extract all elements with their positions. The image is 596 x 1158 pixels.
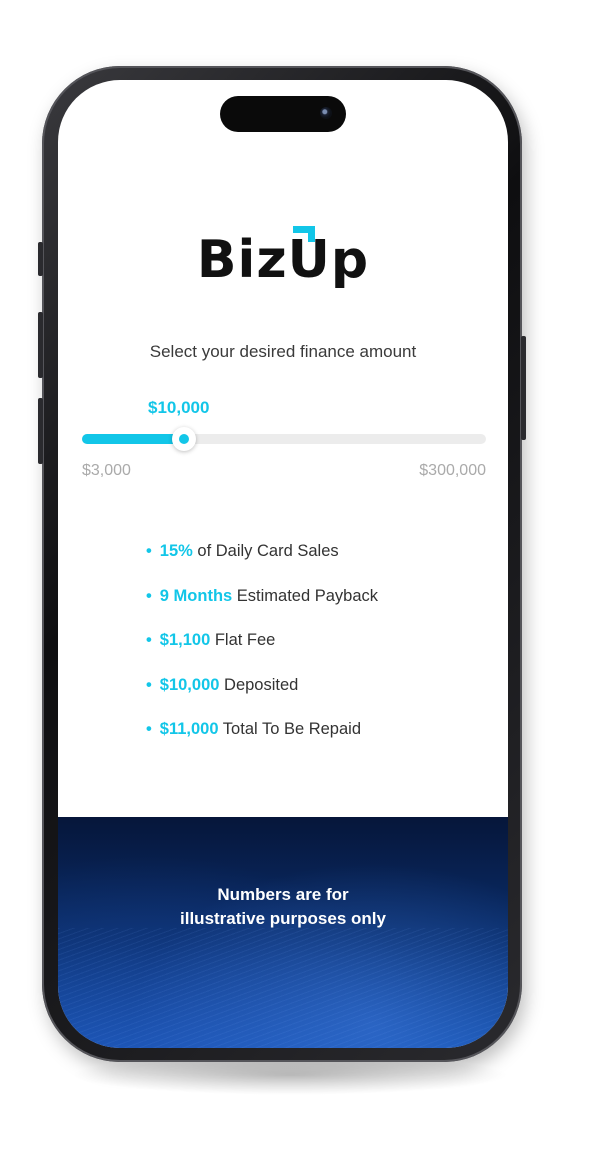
detail-item: • $1,100 Flat Fee (146, 631, 378, 676)
selected-amount: $10,000 (148, 398, 210, 417)
detail-text: of Daily Card Sales (192, 542, 339, 560)
detail-item: • $11,000 Total To Be Repaid (146, 720, 378, 765)
disclaimer-line-2: illustrative purposes only (180, 909, 386, 928)
action-button (38, 242, 43, 276)
slider-min-label: $3,000 (82, 462, 131, 479)
wave-pattern (58, 928, 508, 1048)
bullet-icon: • (146, 675, 152, 694)
slider-max-label: $300,000 (419, 462, 486, 479)
detail-highlight: $10,000 (159, 675, 220, 694)
detail-item: • 15% of Daily Card Sales (146, 542, 378, 587)
disclaimer-line-1: Numbers are for (217, 885, 349, 904)
slider-fill (82, 434, 184, 444)
bullet-icon: • (146, 586, 152, 605)
dynamic-island (220, 96, 346, 132)
detail-highlight: $11,000 (159, 720, 219, 738)
phone-screen: BizUp Select your desired finance amount… (58, 80, 508, 1048)
finance-details-list: • 15% of Daily Card Sales • 9 Months Estim… (146, 542, 378, 765)
brand-logo: BizUp (58, 226, 508, 290)
detail-highlight: 9 Months (159, 586, 233, 605)
detail-highlight: $1,100 (159, 631, 211, 649)
camera-icon (320, 107, 332, 119)
detail-item: • 9 Months Estimated Payback (146, 587, 378, 632)
disclaimer-banner: Numbers are for illustrative purposes on… (58, 817, 508, 1048)
logo-arrow-icon (292, 226, 315, 242)
slider-thumb[interactable] (172, 427, 196, 451)
brand-logo-text: BizUp (196, 230, 370, 290)
detail-text: Total To Be Repaid (218, 720, 362, 738)
detail-text: Flat Fee (210, 631, 276, 649)
detail-text: Deposited (219, 675, 299, 694)
bullet-icon: • (146, 542, 152, 560)
detail-text: Estimated Payback (232, 586, 379, 605)
amount-prompt: Select your desired finance amount (149, 342, 417, 361)
detail-highlight: 15% (159, 542, 193, 560)
disclaimer-text: Numbers are for illustrative purposes on… (58, 883, 508, 931)
amount-slider[interactable] (82, 427, 486, 451)
detail-item: • $10,000 Deposited (146, 676, 378, 721)
volume-up-button (38, 312, 43, 378)
volume-down-button (38, 398, 43, 464)
bullet-icon: • (146, 631, 152, 649)
bullet-icon: • (146, 720, 152, 738)
power-button (521, 336, 526, 440)
